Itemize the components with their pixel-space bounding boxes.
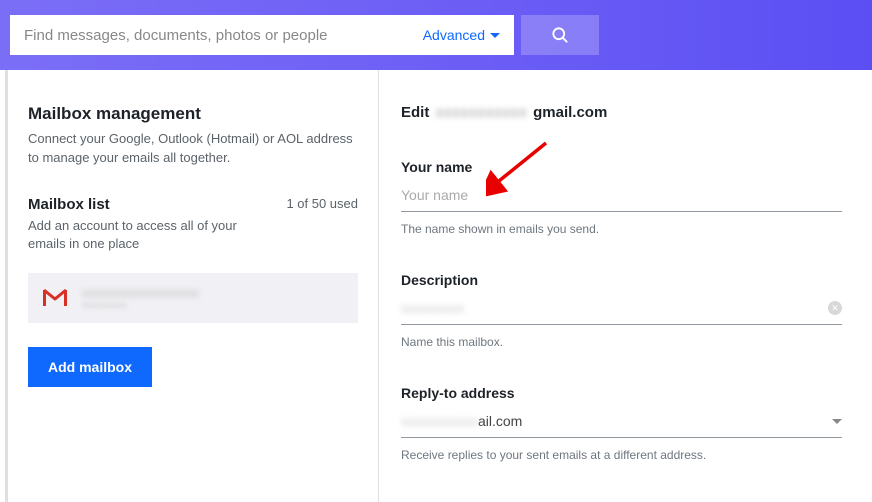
content: Mailbox management Connect your Google, … [0, 70, 872, 502]
account-info: xxxxxxxxxxxxxxxxxx xxxxxxxxx [82, 285, 199, 311]
replyto-help: Receive replies to your sent emails at a… [401, 448, 842, 462]
right-panel: Edit xxxxxxxxxxx gmail.com Your name The … [379, 70, 872, 502]
description-help: Name this mailbox. [401, 335, 842, 349]
mailbox-list-header: Mailbox list Add an account to access al… [28, 196, 358, 253]
yourname-field: Your name The name shown in emails you s… [401, 159, 842, 236]
chevron-down-icon [490, 33, 500, 38]
edit-heading: Edit xxxxxxxxxxx gmail.com [401, 104, 842, 121]
description-input-row[interactable]: xxxxxxxxx ✕ [401, 296, 842, 325]
edit-email-masked: xxxxxxxxxxx [435, 104, 527, 121]
replyto-label: Reply-to address [401, 385, 842, 401]
replyto-value-suffix: ail.com [478, 413, 522, 429]
account-email-masked: xxxxxxxxxxxxxxxxxx [82, 285, 199, 300]
advanced-label: Advanced [423, 27, 485, 43]
advanced-toggle[interactable]: Advanced [423, 27, 500, 43]
top-bar: Advanced [0, 0, 872, 70]
mailbox-mgmt-desc: Connect your Google, Outlook (Hotmail) o… [28, 130, 358, 168]
replyto-value-masked: xxxxxxxxxxx [401, 413, 478, 429]
replyto-field: Reply-to address xxxxxxxxxxxail.com Rece… [401, 385, 842, 462]
search-box: Advanced [10, 15, 514, 55]
mailbox-count: 1 of 50 used [286, 196, 358, 211]
description-value-masked: xxxxxxxxx [401, 300, 464, 316]
gmail-icon [42, 288, 68, 308]
search-button[interactable] [521, 15, 599, 55]
edit-email-suffix: gmail.com [533, 104, 607, 121]
yourname-input[interactable] [401, 187, 842, 203]
mailbox-list-item[interactable]: xxxxxxxxxxxxxxxxxx xxxxxxxxx [28, 273, 358, 323]
search-input[interactable] [24, 27, 423, 44]
yourname-label: Your name [401, 159, 842, 175]
add-mailbox-button[interactable]: Add mailbox [28, 347, 152, 387]
replyto-dropdown[interactable]: xxxxxxxxxxxail.com [401, 409, 842, 438]
account-sub-masked: xxxxxxxxx [82, 300, 199, 311]
edit-label: Edit [401, 104, 429, 121]
yourname-help: The name shown in emails you send. [401, 222, 842, 236]
mailbox-list-sub: Add an account to access all of your ema… [28, 217, 276, 253]
mailbox-list-title: Mailbox list [28, 196, 276, 213]
close-icon: ✕ [831, 304, 839, 313]
left-panel: Mailbox management Connect your Google, … [5, 70, 379, 502]
description-field: Description xxxxxxxxx ✕ Name this mailbo… [401, 272, 842, 349]
description-label: Description [401, 272, 842, 288]
mailbox-mgmt-title: Mailbox management [28, 104, 358, 124]
search-group: Advanced [10, 15, 599, 55]
clear-description-button[interactable]: ✕ [828, 301, 842, 315]
yourname-input-row [401, 183, 842, 212]
search-icon [550, 25, 570, 45]
chevron-down-icon [832, 419, 842, 424]
